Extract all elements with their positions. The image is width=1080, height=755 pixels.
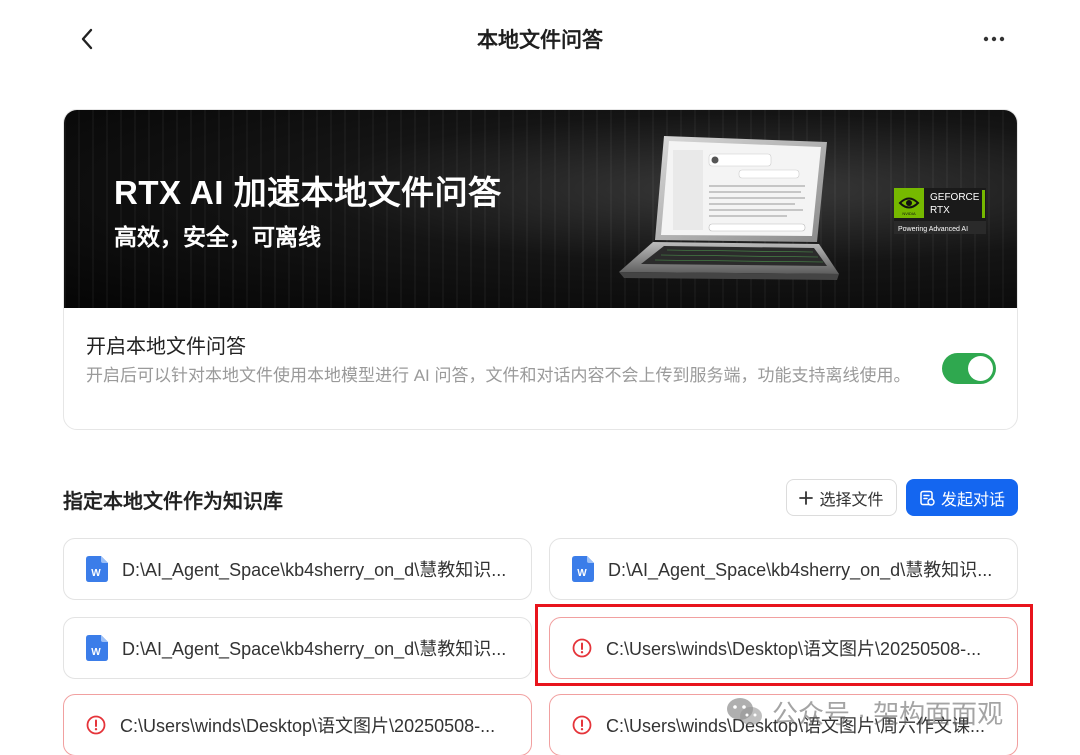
badge-line3: Powering Advanced AI [898,226,968,233]
file-path: C:\Users\winds\Desktop\语文图片\周六作文课... [606,716,986,736]
laptop-illustration [619,136,839,280]
badge-brand: NVIDIA [902,211,916,216]
svg-text:W: W [91,568,101,579]
file-path: D:\AI_Agent_Space\kb4sherry_on_d\慧教知识... [122,639,507,659]
file-path: D:\AI_Agent_Space\kb4sherry_on_d\慧教知识... [608,560,993,580]
file-card[interactable]: W D:\AI_Agent_Space\kb4sherry_on_d\慧教知识.… [549,538,1018,600]
file-card[interactable]: W D:\AI_Agent_Space\kb4sherry_on_d\慧教知识.… [63,538,532,600]
word-icon: W [86,635,108,661]
more-options-button[interactable] [976,24,1012,54]
rtx-banner: RTX AI 加速本地文件问答 高效，安全，可离线 NVIDIA GEFORCE… [64,110,1017,308]
file-card-error[interactable]: C:\Users\winds\Desktop\语文图片\周六作文课... [549,694,1018,755]
word-icon: W [572,556,594,582]
select-files-button[interactable]: 选择文件 [786,479,897,516]
switch-knob [968,356,993,381]
page-title: 本地文件问答 [477,29,603,52]
local-qa-switch[interactable] [942,353,996,384]
error-icon [572,715,592,735]
banner-subtitle: 高效，安全，可离线 [114,224,321,250]
knowledge-section-title: 指定本地文件作为知识库 [63,491,283,513]
error-icon [86,715,106,735]
file-card-error[interactable]: C:\Users\winds\Desktop\语文图片\20250508-... [549,617,1018,679]
svg-text:W: W [577,568,587,579]
more-horizontal-icon [983,36,1005,42]
header-bar: 本地文件问答 [0,0,1080,78]
nvidia-geforce-rtx-badge: NVIDIA GEFORCE RTX Powering Advanced AI [894,188,986,234]
file-path: C:\Users\winds\Desktop\语文图片\20250508-... [606,639,982,659]
toggle-description: 开启后可以针对本地文件使用本地模型进行 AI 问答，文件和对话内容不会上传到服务… [86,366,911,385]
file-card-error[interactable]: C:\Users\winds\Desktop\语文图片\20250508-... [63,694,532,755]
word-icon: W [86,556,108,582]
toggle-title: 开启本地文件问答 [86,336,246,358]
error-icon [572,638,592,658]
select-files-label: 选择文件 [819,491,884,509]
file-path: D:\AI_Agent_Space\kb4sherry_on_d\慧教知识... [122,560,507,580]
banner-title: RTX AI 加速本地文件问答 [114,174,502,211]
svg-text:W: W [91,647,101,658]
feature-card: RTX AI 加速本地文件问答 高效，安全，可离线 NVIDIA GEFORCE… [63,109,1018,430]
file-card[interactable]: W D:\AI_Agent_Space\kb4sherry_on_d\慧教知识.… [63,617,532,679]
plus-icon [799,490,814,505]
local-qa-toggle-row: 开启本地文件问答 开启后可以针对本地文件使用本地模型进行 AI 问答，文件和对话… [64,308,1017,429]
badge-line2: RTX [930,205,950,216]
file-path: C:\Users\winds\Desktop\语文图片\20250508-... [120,716,496,736]
start-chat-label: 发起对话 [940,491,1005,509]
start-chat-button[interactable]: 发起对话 [906,479,1018,516]
badge-line1: GEFORCE [930,192,980,203]
chat-document-icon [920,490,935,506]
